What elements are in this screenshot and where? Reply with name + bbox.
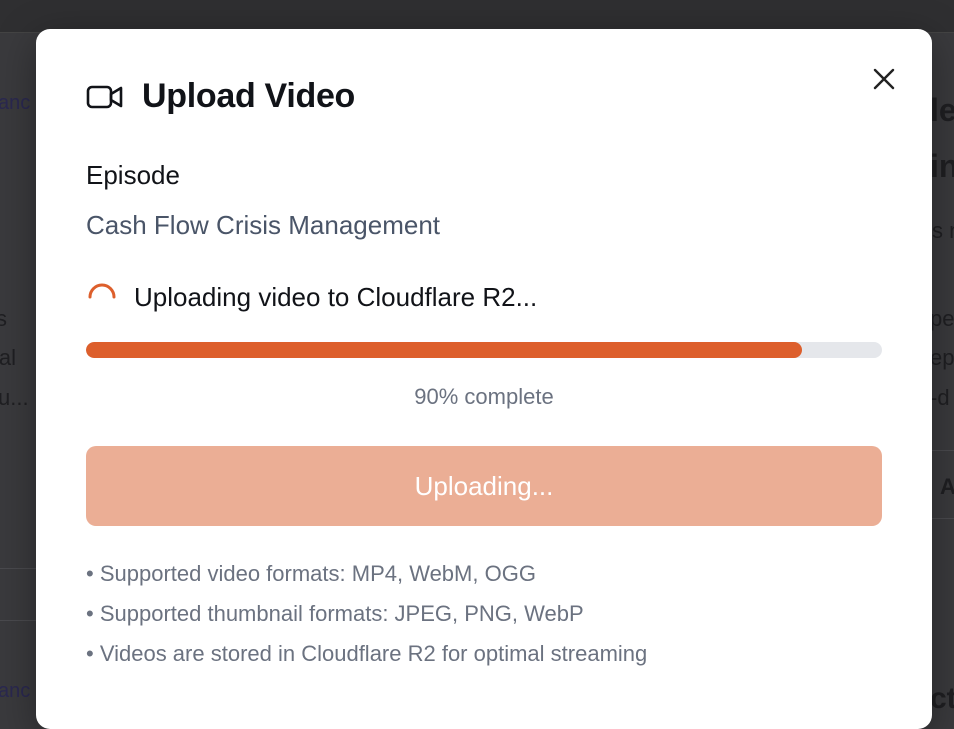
upload-video-modal: Upload Video Episode Cash Flow Crisis Ma… xyxy=(36,29,932,729)
background-divider xyxy=(0,568,36,569)
background-text: u... xyxy=(0,385,29,410)
background-text: cti xyxy=(930,682,954,715)
background-text: -d xyxy=(930,385,950,410)
info-item: Supported video formats: MP4, WebM, OGG xyxy=(86,559,647,599)
background-divider xyxy=(0,620,36,621)
progress-bar xyxy=(86,342,882,358)
close-icon xyxy=(873,68,895,90)
status-text: Uploading video to Cloudflare R2... xyxy=(134,281,538,312)
modal-header: Upload Video xyxy=(86,77,355,116)
progress-bar-fill xyxy=(86,342,803,358)
background-text: s n xyxy=(932,218,954,243)
background-text: le xyxy=(930,92,954,128)
video-camera-icon xyxy=(86,85,123,108)
background-text: anc xyxy=(0,680,31,702)
background-text: A xyxy=(940,474,954,499)
upload-status: Uploading video to Cloudflare R2... xyxy=(86,281,537,313)
background-text: pe xyxy=(930,306,954,331)
background-divider xyxy=(932,450,954,451)
info-item: Videos are stored in Cloudflare R2 for o… xyxy=(86,639,647,679)
background-divider xyxy=(932,518,954,519)
episode-name: Cash Flow Crisis Management xyxy=(86,210,441,240)
close-button[interactable] xyxy=(870,65,898,93)
info-list: Supported video formats: MP4, WebM, OGG … xyxy=(86,559,647,679)
background-text: ep xyxy=(930,345,954,370)
background-text: ial xyxy=(0,345,17,370)
loading-spinner-icon xyxy=(88,283,116,299)
progress-text: 90% complete xyxy=(414,384,554,409)
background-text: s xyxy=(0,306,7,331)
info-item: Supported thumbnail formats: JPEG, PNG, … xyxy=(86,599,647,639)
episode-label: Episode xyxy=(86,160,180,190)
background-text: in xyxy=(930,148,954,184)
modal-title: Upload Video xyxy=(142,77,356,115)
upload-button[interactable]: Uploading... xyxy=(86,446,882,526)
background-text: anc xyxy=(0,92,31,114)
